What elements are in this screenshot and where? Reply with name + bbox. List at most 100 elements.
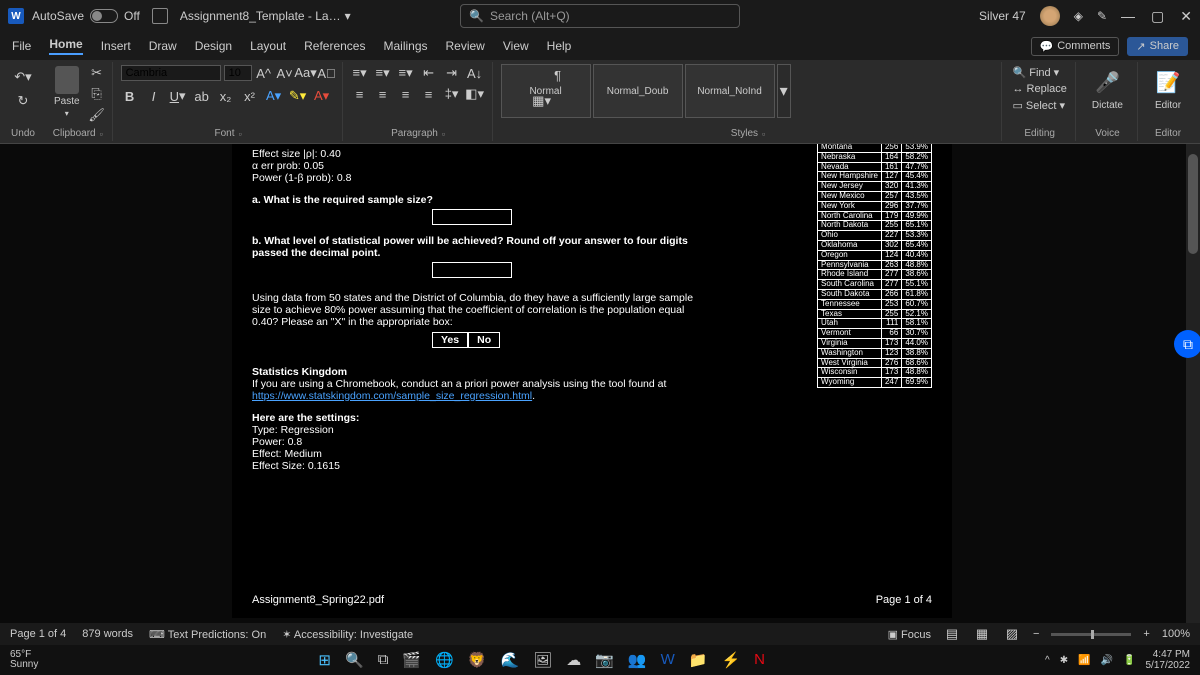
- minimize-button[interactable]: —: [1121, 8, 1135, 25]
- dictate-button[interactable]: 🎤 Dictate: [1084, 64, 1131, 115]
- strike-icon[interactable]: ab: [193, 87, 211, 105]
- bold-icon[interactable]: B: [121, 87, 139, 105]
- tab-view[interactable]: View: [503, 39, 529, 53]
- text-predictions-status[interactable]: ⌨ Text Predictions: On: [149, 628, 266, 641]
- undo-icon[interactable]: ↶▾: [14, 68, 32, 86]
- tab-design[interactable]: Design: [195, 39, 232, 53]
- cut-icon[interactable]: ✂: [88, 64, 106, 82]
- zoom-level[interactable]: 100%: [1162, 628, 1190, 640]
- decrease-indent-icon[interactable]: ⇤: [420, 64, 438, 82]
- vertical-scrollbar[interactable]: [1186, 144, 1200, 623]
- style-card[interactable]: Normal_Doub: [593, 64, 683, 118]
- clock[interactable]: 4:47 PM 5/17/2022: [1145, 649, 1190, 671]
- tab-home[interactable]: Home: [49, 37, 82, 55]
- editor-button[interactable]: 📝 Editor: [1146, 64, 1190, 115]
- explorer-icon[interactable]: 📁: [689, 651, 708, 669]
- dropbox-icon[interactable]: ⧉: [1174, 330, 1200, 358]
- align-left-icon[interactable]: ≡: [351, 85, 369, 103]
- word-taskbar-icon[interactable]: W: [661, 651, 675, 669]
- accessibility-status[interactable]: ✶ Accessibility: Investigate: [282, 628, 413, 641]
- zoom-icon[interactable]: 📷: [595, 651, 614, 669]
- font-color-icon[interactable]: A▾: [313, 87, 331, 105]
- scrollbar-thumb[interactable]: [1188, 154, 1198, 254]
- document-canvas[interactable]: Effect size |ρ|: 0.40 α err prob: 0.05 P…: [0, 144, 1186, 623]
- task-search-icon[interactable]: 🔍: [345, 651, 364, 669]
- line-spacing-icon[interactable]: ‡▾: [443, 85, 461, 103]
- answer-box-a[interactable]: [432, 209, 512, 225]
- close-button[interactable]: ✕: [1180, 8, 1192, 25]
- wifi-icon[interactable]: 📶: [1078, 655, 1090, 666]
- focus-button[interactable]: ▣ Focus: [888, 628, 931, 641]
- user-name[interactable]: Silver 47: [979, 9, 1026, 23]
- edge-icon[interactable]: 🌊: [500, 651, 519, 669]
- steam-icon[interactable]: ☁: [566, 651, 581, 669]
- clear-format-icon[interactable]: A⃠: [318, 64, 336, 82]
- comments-button[interactable]: 💬 Comments: [1031, 37, 1120, 56]
- underline-icon[interactable]: U▾: [169, 87, 187, 105]
- tab-review[interactable]: Review: [446, 39, 485, 53]
- print-layout-icon[interactable]: ▦: [973, 625, 991, 643]
- paste-button[interactable]: Paste ▾: [50, 64, 84, 120]
- winamp-icon[interactable]: ⚡: [721, 651, 740, 669]
- dialog-launcher-icon[interactable]: ▫: [762, 129, 765, 139]
- chevron-down-icon[interactable]: ▾: [345, 9, 351, 23]
- grow-font-icon[interactable]: A^: [255, 64, 273, 82]
- format-painter-icon[interactable]: 🖌: [88, 106, 106, 124]
- tab-insert[interactable]: Insert: [101, 39, 131, 53]
- justify-icon[interactable]: ≡: [420, 85, 438, 103]
- tab-mailings[interactable]: Mailings: [383, 39, 427, 53]
- zoom-in-icon[interactable]: +: [1143, 628, 1149, 640]
- avatar[interactable]: [1040, 6, 1060, 26]
- teams-icon[interactable]: 👥: [628, 651, 647, 669]
- shading-icon[interactable]: ◧▾: [466, 85, 484, 103]
- answer-box-b[interactable]: [432, 262, 512, 278]
- volume-icon[interactable]: 🔊: [1101, 655, 1113, 666]
- pen-icon[interactable]: ✎: [1097, 9, 1107, 23]
- highlight-icon[interactable]: ✎▾: [289, 87, 307, 105]
- tray-icon[interactable]: ✱: [1060, 655, 1068, 666]
- change-case-icon[interactable]: Aa▾: [297, 64, 315, 82]
- tab-layout[interactable]: Layout: [250, 39, 286, 53]
- web-layout-icon[interactable]: ▨: [1003, 625, 1021, 643]
- tray-chevron-icon[interactable]: ^: [1045, 655, 1050, 666]
- no-cell[interactable]: No: [468, 332, 500, 348]
- yes-no-boxes[interactable]: Yes No: [432, 332, 712, 348]
- find-button[interactable]: 🔍 Find ▾: [1012, 66, 1066, 79]
- start-icon[interactable]: ⊞: [318, 651, 331, 669]
- bullets-icon[interactable]: ≡▾: [351, 64, 369, 82]
- replace-button[interactable]: ↔ Replace: [1012, 83, 1066, 95]
- battery-icon[interactable]: 🔋: [1123, 655, 1135, 666]
- page-status[interactable]: Page 1 of 4: [10, 628, 66, 640]
- subscript-icon[interactable]: x₂: [217, 87, 235, 105]
- tab-file[interactable]: File: [12, 39, 31, 53]
- app-icon[interactable]: 🖼: [533, 651, 552, 669]
- brave-icon[interactable]: 🦁: [468, 651, 487, 669]
- dialog-launcher-icon[interactable]: ▫: [442, 129, 445, 139]
- text-effects-icon[interactable]: A▾: [265, 87, 283, 105]
- yes-cell[interactable]: Yes: [432, 332, 468, 348]
- share-button[interactable]: ↗ Share: [1127, 37, 1188, 56]
- increase-indent-icon[interactable]: ⇥: [443, 64, 461, 82]
- font-size-input[interactable]: [224, 65, 252, 81]
- tab-references[interactable]: References: [304, 39, 365, 53]
- read-mode-icon[interactable]: ▤: [943, 625, 961, 643]
- superscript-icon[interactable]: x²: [241, 87, 259, 105]
- netflix-icon[interactable]: N: [754, 651, 765, 669]
- style-card[interactable]: Normal_NoInd: [685, 64, 775, 118]
- copy-icon[interactable]: ⎘: [88, 85, 106, 103]
- italic-icon[interactable]: I: [145, 87, 163, 105]
- zoom-out-icon[interactable]: −: [1033, 628, 1039, 640]
- tab-help[interactable]: Help: [547, 39, 572, 53]
- document-title[interactable]: Assignment8_Template - La…: [180, 9, 341, 23]
- word-count[interactable]: 879 words: [82, 628, 133, 640]
- font-name-input[interactable]: [121, 65, 221, 81]
- app-icon[interactable]: 🎬: [402, 651, 421, 669]
- tab-draw[interactable]: Draw: [149, 39, 177, 53]
- styles-more-icon[interactable]: ▾: [777, 64, 791, 118]
- select-button[interactable]: ▭ Select ▾: [1012, 99, 1066, 112]
- dialog-launcher-icon[interactable]: ▫: [238, 129, 241, 139]
- shrink-font-icon[interactable]: A˅: [276, 64, 294, 82]
- maximize-button[interactable]: ▢: [1151, 8, 1164, 25]
- search-input[interactable]: 🔍 Search (Alt+Q): [460, 4, 740, 28]
- save-icon[interactable]: [152, 8, 168, 24]
